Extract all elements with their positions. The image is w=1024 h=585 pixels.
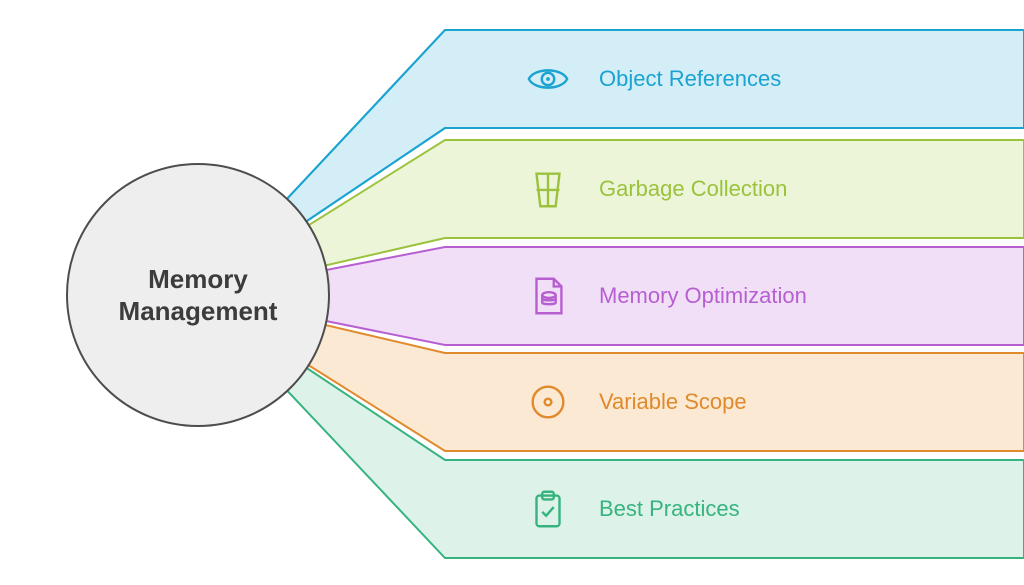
center-circle: Memory Management <box>66 163 330 427</box>
clipboard-check-icon <box>525 486 571 532</box>
band-label-0: Object References <box>599 66 781 92</box>
band-item-1: Garbage Collection <box>525 140 1024 238</box>
center-title-line2: Management <box>119 296 278 326</box>
band-label-4: Best Practices <box>599 496 740 522</box>
band-label-2: Memory Optimization <box>599 283 807 309</box>
band-item-2: Memory Optimization <box>525 247 1024 345</box>
eye-icon <box>525 56 571 102</box>
band-item-3: Variable Scope <box>525 353 1024 451</box>
trash-icon <box>525 166 571 212</box>
center-title-line1: Memory <box>148 264 248 294</box>
band-item-0: Object References <box>525 30 1024 128</box>
file-db-icon <box>525 273 571 319</box>
diagram: Memory Management Object References Garb… <box>0 0 1024 585</box>
band-item-4: Best Practices <box>525 460 1024 558</box>
band-label-3: Variable Scope <box>599 389 747 415</box>
band-label-1: Garbage Collection <box>599 176 787 202</box>
center-title: Memory Management <box>119 263 278 328</box>
target-icon <box>525 379 571 425</box>
